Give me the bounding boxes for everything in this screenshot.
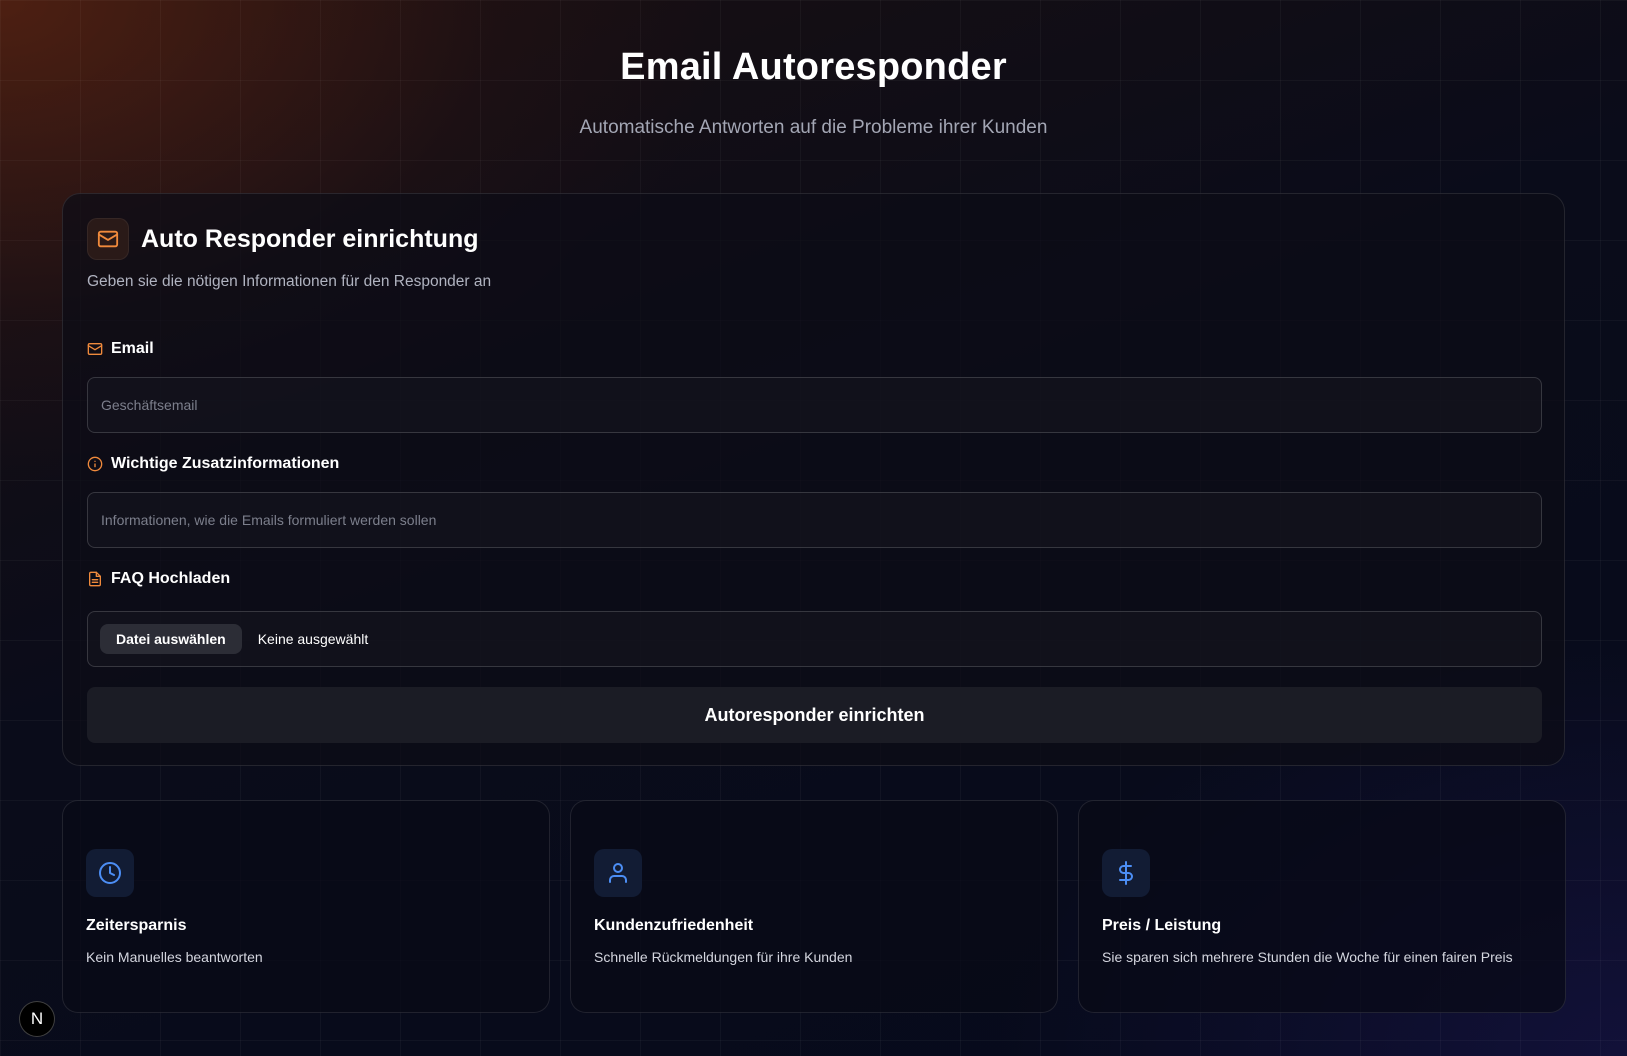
email-input[interactable]	[87, 377, 1542, 433]
dollar-icon	[1102, 849, 1150, 897]
card-title: Auto Responder einrichtung	[141, 225, 479, 253]
feature-title: Kundenzufriedenheit	[594, 917, 754, 934]
email-label: Email	[87, 340, 154, 358]
feature-card-kundenzufriedenheit: Kundenzufriedenheit Schnelle Rückmeldung…	[570, 800, 1058, 1013]
mail-icon	[87, 341, 103, 357]
nextjs-badge[interactable]: N	[19, 1001, 55, 1037]
page-subtitle: Automatische Antworten auf die Probleme …	[579, 117, 1048, 138]
feature-card-preis-leistung: Preis / Leistung Sie sparen sich mehrere…	[1078, 800, 1566, 1013]
card-description: Geben sie die nötigen Informationen für …	[87, 273, 492, 290]
file-icon	[87, 571, 103, 587]
user-icon	[594, 849, 642, 897]
info-input[interactable]	[87, 492, 1542, 548]
feature-title: Zeitersparnis	[86, 917, 187, 934]
info-label-text: Wichtige Zusatzinformationen	[111, 455, 340, 472]
autoresponder-setup-card: Auto Responder einrichtung Geben sie die…	[62, 193, 1565, 766]
feature-description: Kein Manuelles beantworten	[86, 949, 263, 965]
info-label: Wichtige Zusatzinformationen	[87, 455, 339, 473]
info-icon	[87, 456, 103, 472]
submit-button[interactable]: Autoresponder einrichten	[87, 687, 1542, 743]
choose-file-button[interactable]: Datei auswählen	[100, 624, 242, 654]
email-label-text: Email	[111, 340, 154, 357]
page-title: Email Autoresponder	[620, 46, 1007, 88]
faq-file-input[interactable]: Datei auswählen Keine ausgewählt	[87, 611, 1542, 667]
mail-icon	[87, 218, 129, 260]
feature-card-zeitersparnis: Zeitersparnis Kein Manuelles beantworten	[62, 800, 550, 1013]
feature-title: Preis / Leistung	[1102, 917, 1222, 934]
feature-description: Schnelle Rückmeldungen für ihre Kunden	[594, 949, 853, 965]
faq-label: FAQ Hochladen	[87, 570, 230, 588]
faq-label-text: FAQ Hochladen	[111, 570, 231, 587]
clock-icon	[86, 849, 134, 897]
feature-description: Sie sparen sich mehrere Stunden die Woch…	[1102, 949, 1513, 965]
file-status: Keine ausgewählt	[257, 631, 369, 647]
